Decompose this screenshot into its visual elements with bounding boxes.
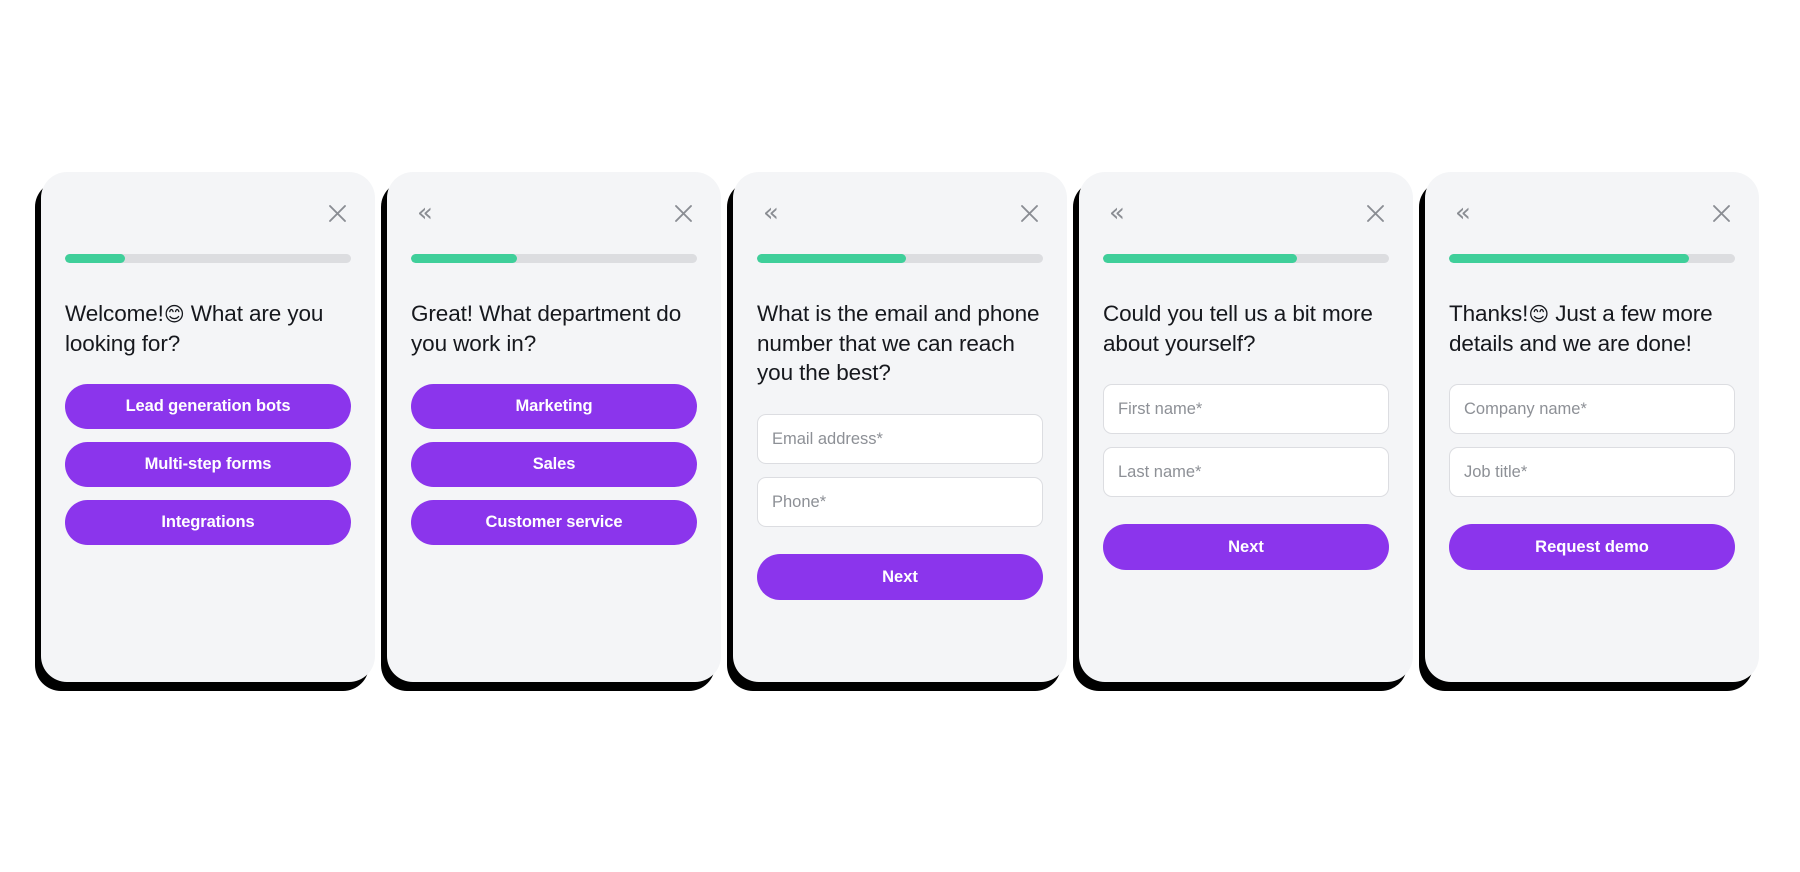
choice-button[interactable]: Lead generation bots [65, 384, 351, 430]
close-icon[interactable] [323, 199, 351, 227]
text-input-field[interactable] [757, 414, 1043, 465]
close-icon[interactable] [1361, 199, 1389, 227]
submit-button[interactable]: Next [757, 554, 1043, 601]
card-header: « [411, 198, 697, 228]
smiling-face-emoji-icon: 😊 [163, 302, 185, 326]
card-body: Next [1103, 384, 1389, 571]
question-text: Thanks!😊 Just a few more details and we … [1449, 299, 1735, 358]
progress-bar-track [1449, 254, 1735, 263]
card-body: Next [757, 414, 1043, 601]
form-step-card: « Thanks!😊 Just a few more details and we… [1425, 172, 1759, 682]
submit-button[interactable]: Next [1103, 524, 1389, 571]
back-chevron-icon[interactable]: « [1449, 199, 1477, 227]
choice-button[interactable]: Marketing [411, 384, 697, 430]
question-text-lead: Welcome! [65, 301, 164, 326]
progress-bar-fill [757, 254, 906, 263]
question-text: Welcome!😊 What are you looking for? [65, 299, 351, 358]
back-chevron-icon[interactable]: « [411, 199, 439, 227]
choice-button[interactable]: Multi-step forms [65, 442, 351, 488]
close-icon[interactable] [1707, 199, 1735, 227]
progress-bar-fill [65, 254, 126, 263]
text-input-field[interactable] [1449, 447, 1735, 498]
progress-bar-track [1103, 254, 1389, 263]
back-chevron-icon[interactable]: « [1103, 199, 1131, 227]
choice-button[interactable]: Integrations [65, 500, 351, 546]
close-icon[interactable] [669, 199, 697, 227]
progress-bar-fill [411, 254, 517, 263]
text-input-field[interactable] [1103, 384, 1389, 435]
text-input-field[interactable] [1103, 447, 1389, 498]
card-header: « [1103, 198, 1389, 228]
submit-button[interactable]: Request demo [1449, 524, 1735, 571]
progress-bar-fill [1103, 254, 1298, 263]
back-chevron-icon[interactable]: « [757, 199, 785, 227]
card-body: Marketing Sales Customer service [411, 384, 697, 546]
card-header: « [65, 198, 351, 228]
progress-bar-fill [1449, 254, 1690, 263]
card-flow-stage: « Welcome!😊 What are you looking for? Lead… [0, 0, 1800, 872]
question-text: Could you tell us a bit more about yours… [1103, 301, 1373, 356]
card-header: « [757, 198, 1043, 228]
card-header: « [1449, 198, 1735, 228]
form-step-card: « Could you tell us a bit more about your… [1079, 172, 1413, 682]
smiling-face-emoji-icon: 😊 [1528, 302, 1550, 326]
form-step-card: « Great! What department do you work in? M… [387, 172, 721, 682]
form-step-card: « Welcome!😊 What are you looking for? Lead… [41, 172, 375, 682]
card-body: Lead generation bots Multi-step forms Inte… [65, 384, 351, 546]
card-body: Request demo [1449, 384, 1735, 571]
text-input-field[interactable] [1449, 384, 1735, 435]
choice-button[interactable]: Sales [411, 442, 697, 488]
progress-bar-track [757, 254, 1043, 263]
question-text: What is the email and phone number that … [757, 301, 1040, 386]
form-step-card: « What is the email and phone number that… [733, 172, 1067, 682]
progress-bar-track [65, 254, 351, 263]
close-icon[interactable] [1015, 199, 1043, 227]
question-text-lead: Thanks! [1449, 301, 1529, 326]
text-input-field[interactable] [757, 477, 1043, 528]
progress-bar-track [411, 254, 697, 263]
choice-button[interactable]: Customer service [411, 500, 697, 546]
question-text: Great! What department do you work in? [411, 301, 682, 356]
